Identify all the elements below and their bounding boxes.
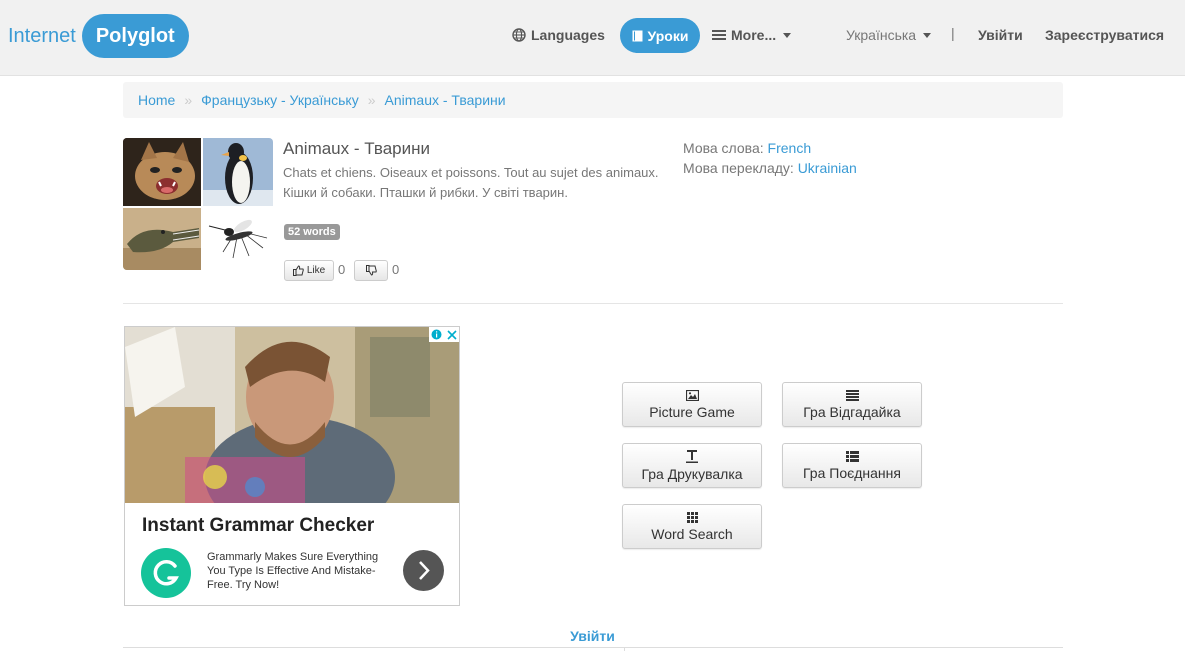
breadcrumb-course[interactable]: Французьку - Українську	[201, 92, 359, 108]
mosquito-image	[203, 208, 273, 270]
breadcrumb-home[interactable]: Home	[138, 92, 175, 108]
text-icon	[686, 449, 698, 463]
brand-text-polyglot: Polyglot	[81, 14, 189, 58]
ad-text: Grammarly Makes Sure Everything You Type…	[207, 551, 379, 591]
penguin-image	[203, 138, 273, 206]
guess-game-button[interactable]: Гра Відгадайка	[782, 382, 922, 427]
site-logo[interactable]: Internet Polyglot	[8, 14, 189, 58]
list-icon	[845, 389, 859, 401]
word-language-row: Мова слова: French	[683, 140, 811, 156]
ui-language-dropdown[interactable]: Українська	[846, 24, 932, 46]
close-icon[interactable]	[444, 327, 459, 342]
lesson-thumbnails	[123, 138, 273, 270]
guess-game-label: Гра Відгадайка	[803, 403, 901, 420]
lesson-title: Animaux - Тварини	[283, 139, 431, 158]
like-count: 0	[338, 262, 346, 277]
navbar: Internet Polyglot Languages Уроки More..…	[0, 0, 1185, 76]
nav-separator: |	[951, 25, 955, 41]
ad-controls[interactable]	[429, 327, 459, 342]
translation-language-label: Мова перекладу:	[683, 160, 794, 176]
footer-divider	[123, 647, 1063, 648]
nav-languages-label: Languages	[531, 27, 605, 43]
word-language-label: Мова слова:	[683, 140, 764, 156]
info-icon[interactable]	[429, 327, 444, 342]
nav-more-dropdown[interactable]: More...	[712, 24, 792, 46]
divider	[123, 303, 1063, 304]
chevron-down-icon	[923, 32, 932, 38]
lesson-description: Chats et chiens. Oiseaux et poissons. To…	[283, 165, 659, 200]
nav-lessons-label: Уроки	[647, 27, 689, 44]
typing-game-label: Гра Друкувалка	[641, 465, 743, 482]
nav-languages[interactable]: Languages	[512, 24, 605, 46]
picture-game-button[interactable]: Picture Game	[622, 382, 762, 427]
word-count-badge: 52 words	[284, 224, 340, 240]
nav-register-link[interactable]: Зареєструватися	[1045, 24, 1164, 46]
breadcrumb-separator: »	[184, 92, 193, 108]
kitten-image	[123, 138, 201, 206]
chevron-right-icon[interactable]	[403, 550, 444, 591]
breadcrumb-lesson[interactable]: Animaux - Тварини	[385, 92, 506, 108]
picture-icon	[685, 389, 699, 401]
typing-game-button[interactable]: Гра Друкувалка	[622, 443, 762, 488]
ad-title[interactable]: Instant Grammar Checker	[142, 515, 374, 537]
footer-column-divider	[624, 647, 625, 651]
grammarly-logo	[141, 548, 191, 598]
like-button[interactable]: Like	[284, 260, 334, 281]
word-search-label: Word Search	[651, 525, 733, 542]
match-game-label: Гра Поєднання	[803, 464, 901, 481]
th-list-icon	[845, 450, 859, 462]
nav-lessons[interactable]: Уроки	[620, 18, 700, 53]
breadcrumb-separator: »	[367, 92, 376, 108]
advertisement[interactable]: Instant Grammar Checker Grammarly Makes …	[124, 326, 460, 606]
word-search-button[interactable]: Word Search	[622, 504, 762, 549]
picture-game-label: Picture Game	[649, 403, 735, 420]
crocodile-image	[123, 208, 201, 270]
brand-text-internet: Internet	[8, 24, 76, 47]
breadcrumb: Home » Французьку - Українську » Animaux…	[123, 82, 1063, 118]
ui-language-label: Українська	[846, 27, 917, 43]
chevron-down-icon	[783, 32, 792, 38]
globe-icon	[512, 28, 526, 42]
nav-login-link[interactable]: Увійти	[978, 24, 1023, 46]
grid-icon	[686, 511, 698, 523]
like-label: Like	[306, 265, 326, 276]
translation-language-value[interactable]: Ukrainian	[798, 160, 857, 176]
match-game-button[interactable]: Гра Поєднання	[782, 443, 922, 488]
menu-icon	[712, 30, 726, 40]
dislike-count: 0	[392, 262, 400, 277]
thumbs-down-icon	[365, 265, 377, 276]
book-icon	[632, 30, 643, 41]
dislike-button[interactable]	[354, 260, 388, 281]
footer-login-link[interactable]: Увійти	[0, 628, 1185, 644]
translation-language-row: Мова перекладу: Ukrainian	[683, 160, 857, 176]
thumbs-up-icon	[292, 265, 304, 276]
ad-photo	[125, 327, 459, 503]
word-language-value[interactable]: French	[768, 140, 812, 156]
nav-more-label: More...	[731, 27, 777, 43]
